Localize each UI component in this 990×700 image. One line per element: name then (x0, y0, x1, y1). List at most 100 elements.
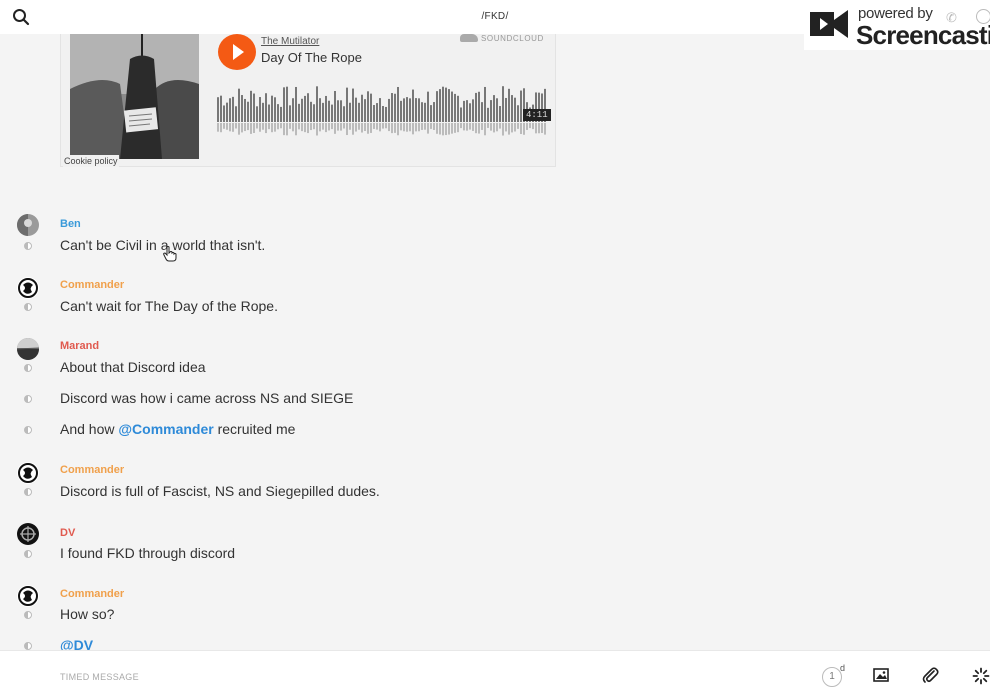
waveform-bar-reflection (316, 123, 318, 136)
message-text: Discord was how i came across NS and SIE… (60, 390, 354, 406)
waveform-bar (412, 89, 414, 122)
waveform-bar (436, 91, 438, 122)
message-author[interactable]: Commander (60, 464, 124, 476)
waveform-bar (379, 98, 381, 122)
waveform-bar-reflection (310, 123, 312, 131)
avatar[interactable] (17, 523, 39, 545)
waveform-bar (343, 106, 345, 122)
message-author[interactable]: Commander (60, 588, 124, 600)
waveform-bar (355, 97, 357, 122)
waveform-bar-reflection (433, 123, 435, 130)
waveform-bar (328, 100, 330, 122)
waveform-bar (418, 98, 420, 122)
waveform-bar (226, 102, 228, 122)
waveform-bar-reflection (415, 123, 417, 132)
waveform-bar-reflection (520, 123, 522, 135)
message-status-icon (24, 550, 32, 558)
avatar[interactable] (17, 214, 39, 236)
waveform-bar-reflection (439, 123, 441, 135)
waveform-bar (511, 95, 513, 122)
message-text: And how @Commander recruited me (60, 421, 295, 437)
image-icon[interactable] (873, 667, 891, 685)
avatar[interactable] (17, 338, 39, 360)
message-author[interactable]: Marand (60, 340, 99, 352)
message-author[interactable]: DV (60, 527, 75, 539)
message-author[interactable]: Ben (60, 218, 81, 230)
waveform-bar-reflection (526, 123, 528, 130)
message-author[interactable]: Commander (60, 279, 124, 291)
avatar[interactable] (17, 462, 39, 484)
waveform-bar (445, 87, 447, 122)
info-icon[interactable] (976, 9, 990, 24)
waveform-bar-reflection (223, 123, 225, 129)
user-mention-link[interactable]: @DV (60, 637, 93, 650)
avatar[interactable] (17, 277, 39, 299)
message-timer-button[interactable]: 1 (822, 667, 842, 687)
waveform-bar-reflection (511, 123, 513, 133)
waveform-bar (238, 88, 240, 122)
waveform-bar (259, 97, 261, 122)
play-icon[interactable] (218, 34, 256, 70)
waveform-bar-reflection (403, 123, 405, 132)
waveform-bar (493, 95, 495, 122)
waveform-bar-reflection (541, 123, 543, 133)
waveform-bar-reflection (358, 123, 360, 130)
waveform-bar-reflection (325, 123, 327, 133)
user-mention-link[interactable]: @Commander (118, 421, 213, 437)
waveform-bar-reflection (346, 123, 348, 136)
waveform-bar (481, 102, 483, 122)
waveform-bar (322, 102, 324, 122)
paperclip-icon[interactable] (922, 667, 940, 685)
waveform-bar-reflection (463, 123, 465, 131)
waveform[interactable] (217, 86, 547, 138)
waveform-bar (400, 100, 402, 122)
cookie-policy-link[interactable]: Cookie policy (63, 155, 119, 167)
waveform-bar (235, 106, 237, 122)
soundcloud-logo[interactable]: SOUNDCLOUD (460, 34, 544, 43)
waveform-bar (403, 98, 405, 122)
waveform-bar (361, 94, 363, 122)
waveform-bar (421, 102, 423, 122)
waveform-bar-reflection (337, 123, 339, 131)
screencastify-watermark: powered by Screencastify ✆ (804, 0, 990, 50)
waveform-bar (457, 95, 459, 122)
waveform-bar (514, 97, 516, 122)
waveform-bar-reflection (457, 123, 459, 133)
waveform-bar (394, 93, 396, 122)
waveform-bar (358, 102, 360, 122)
waveform-bar-reflection (259, 123, 261, 132)
waveform-bar-reflection (508, 123, 510, 135)
message-text: Discord is full of Fascist, NS and Siege… (60, 483, 380, 499)
waveform-bar (409, 98, 411, 122)
waveform-bar (229, 98, 231, 122)
waveform-bar (517, 105, 519, 122)
waveform-bar-reflection (253, 123, 255, 133)
message-status-icon (24, 303, 32, 311)
watermark-brand: Screencastify (856, 20, 990, 50)
waveform-bar-reflection (499, 123, 501, 129)
message-composer: 1 d (0, 650, 990, 700)
waveform-bar (397, 86, 399, 122)
waveform-bar-reflection (484, 123, 486, 136)
message-status-icon (24, 242, 32, 250)
waveform-bar-reflection (412, 123, 414, 135)
message-input[interactable] (60, 667, 740, 687)
waveform-bar (223, 105, 225, 122)
waveform-bar-reflection (355, 123, 357, 132)
waveform-bar (334, 90, 336, 122)
waveform-bar-reflection (352, 123, 354, 135)
waveform-bar (247, 101, 249, 122)
waveform-bar-reflection (313, 123, 315, 130)
waveform-bar-reflection (493, 123, 495, 133)
waveform-bar (466, 100, 468, 122)
waveform-bar (232, 96, 234, 122)
waveform-bar-reflection (304, 123, 306, 133)
waveform-bar (370, 93, 372, 122)
hand-cursor-icon (163, 246, 177, 267)
avatar[interactable] (17, 585, 39, 607)
track-artist-link[interactable]: The Mutilator (261, 36, 319, 47)
waveform-bar-reflection (430, 123, 432, 129)
loading-icon[interactable] (972, 667, 990, 685)
phone-icon[interactable]: ✆ (946, 10, 957, 26)
waveform-bar-reflection (364, 123, 366, 131)
